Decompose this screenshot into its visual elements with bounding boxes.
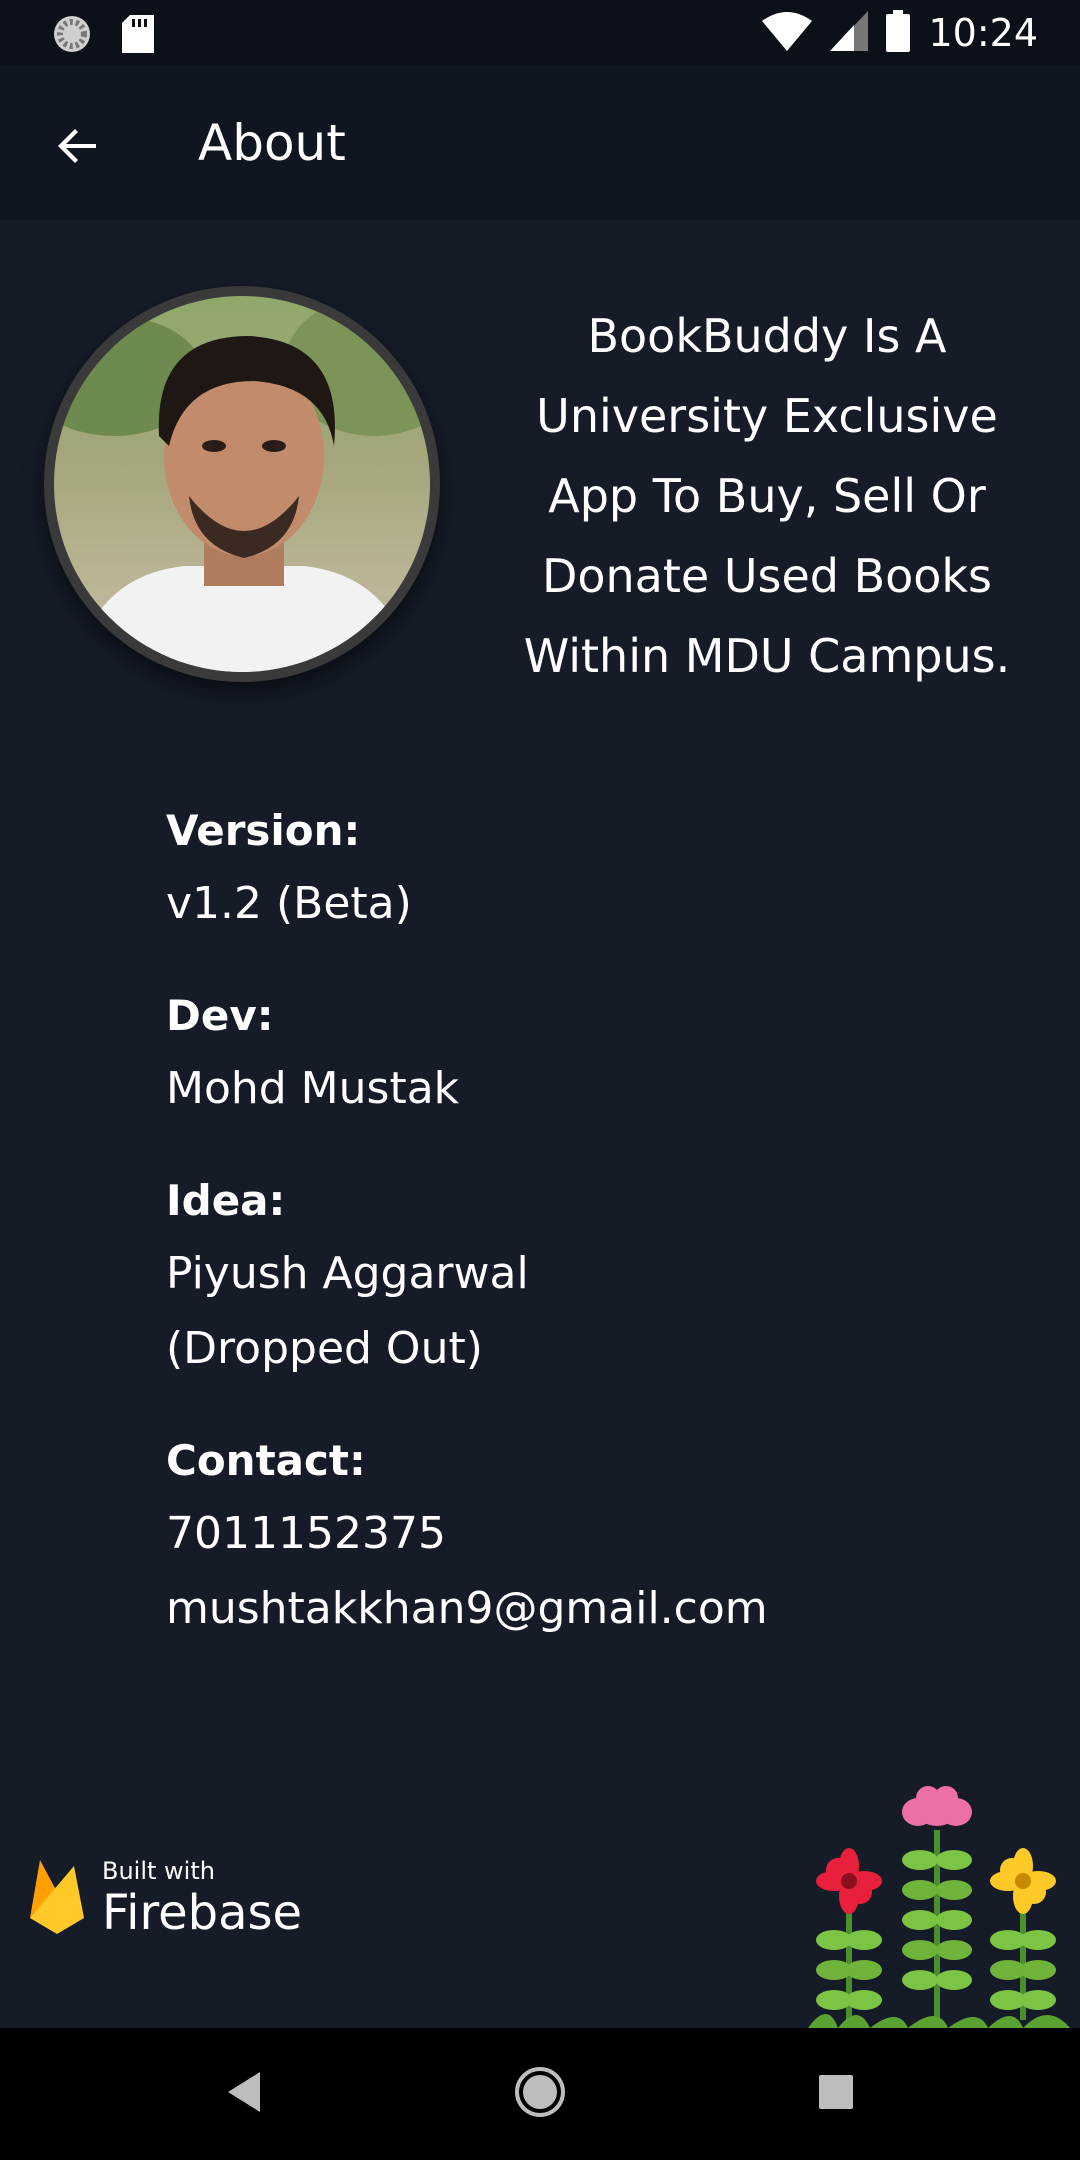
contact-phone[interactable]: 7011152375	[166, 1496, 1026, 1571]
dev-label: Dev:	[166, 991, 274, 1040]
profile-photo	[54, 296, 430, 672]
sync-icon	[52, 14, 92, 58]
cell-signal-icon	[830, 11, 869, 55]
idea-label: Idea:	[166, 1176, 286, 1225]
avatar	[44, 286, 440, 682]
contact-block: Contact: 7011152375 mushtakkhan9@gmail.c…	[166, 1426, 1026, 1646]
system-nav-bar	[0, 2028, 1080, 2160]
page-title: About	[198, 114, 346, 172]
info-section: Version: v1.2 (Beta) Dev: Mohd Mustak Id…	[166, 796, 1026, 1686]
battery-icon	[886, 10, 911, 56]
idea-value: Piyush Aggarwal	[166, 1248, 529, 1299]
contact-label: Contact:	[166, 1436, 366, 1485]
dev-block: Dev: Mohd Mustak	[166, 981, 1026, 1126]
version-value: v1.2 (Beta)	[166, 878, 412, 929]
app-bar: About	[0, 66, 1080, 220]
nav-recents-button[interactable]	[796, 2054, 876, 2134]
nav-home-button[interactable]	[500, 2054, 580, 2134]
firebase-flame-icon	[28, 1856, 86, 1940]
firebase-badge: Built with Firebase	[28, 1856, 302, 1940]
status-time: 10:24	[928, 11, 1038, 55]
firebase-built-with: Built with	[102, 1857, 215, 1885]
status-bar: 10:24	[0, 0, 1080, 66]
nav-recents-icon	[816, 2072, 856, 2116]
nav-back-button[interactable]	[204, 2054, 284, 2134]
dev-value: Mohd Mustak	[166, 1063, 460, 1114]
idea-block: Idea: Piyush Aggarwal (Dropped Out)	[166, 1166, 1026, 1386]
sd-card-icon	[122, 15, 154, 57]
flowers-illustration	[808, 1780, 1070, 2030]
nav-back-icon	[224, 2070, 264, 2118]
firebase-name: Firebase	[102, 1885, 303, 1941]
idea-note: (Dropped Out)	[166, 1323, 483, 1374]
contact-email[interactable]: mushtakkhan9@gmail.com	[166, 1571, 1026, 1646]
nav-home-icon	[513, 2065, 567, 2123]
back-button[interactable]	[40, 110, 116, 186]
version-label: Version:	[166, 806, 361, 855]
version-block: Version: v1.2 (Beta)	[166, 796, 1026, 941]
wifi-icon	[762, 11, 813, 55]
app-description: BookBuddy Is A University Exclusive App …	[523, 309, 1011, 683]
arrow-back-icon	[54, 122, 102, 174]
